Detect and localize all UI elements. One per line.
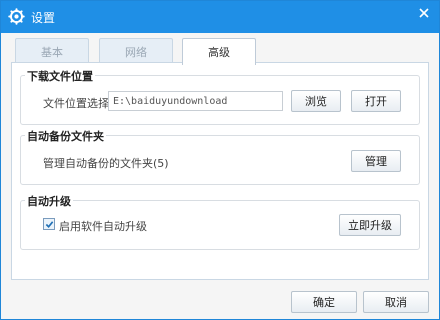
location-label: 文件位置选择 [43,97,109,110]
backup-folder-group: 自动备份文件夹 管理自动备份的文件夹(5) 管理 [20,128,420,185]
tab-advanced[interactable]: 高级 [182,38,256,65]
close-icon [419,8,429,18]
download-location-group: 下载文件位置 文件位置选择 浏览 打开 [20,68,420,125]
checkmark-icon [45,220,53,228]
tab-basic[interactable]: 基本 [15,38,89,64]
title-bar: 设置 [1,1,439,33]
backup-manage-text: 管理自动备份的文件夹(5) [43,157,169,170]
close-button[interactable] [409,1,439,25]
gear-icon [8,8,25,25]
tab-network[interactable]: 网络 [99,38,173,64]
auto-upgrade-group: 自动升级 启用软件自动升级 立即升级 [20,193,420,250]
tab-bar: 基本 网络 高级 [1,33,439,65]
auto-upgrade-checkbox[interactable] [43,218,55,230]
browse-button[interactable]: 浏览 [291,90,341,112]
manage-button[interactable]: 管理 [351,150,401,172]
open-button[interactable]: 打开 [351,90,401,112]
download-group-title: 下载文件位置 [25,68,95,84]
cancel-button[interactable]: 取消 [363,291,429,313]
settings-window: 设置 基本 网络 高级 下载文件位置 文件位置选择 浏览 打开 自动备份文件夹 … [0,0,440,320]
ok-button[interactable]: 确定 [291,291,357,313]
upgrade-group-title: 自动升级 [25,193,73,209]
tab-content-panel: 下载文件位置 文件位置选择 浏览 打开 自动备份文件夹 管理自动备份的文件夹(5… [11,62,429,280]
upgrade-now-button[interactable]: 立即升级 [339,214,401,236]
backup-group-title: 自动备份文件夹 [25,128,106,144]
auto-upgrade-label[interactable]: 启用软件自动升级 [59,218,147,234]
window-title: 设置 [31,11,56,25]
download-path-input[interactable] [108,91,283,111]
